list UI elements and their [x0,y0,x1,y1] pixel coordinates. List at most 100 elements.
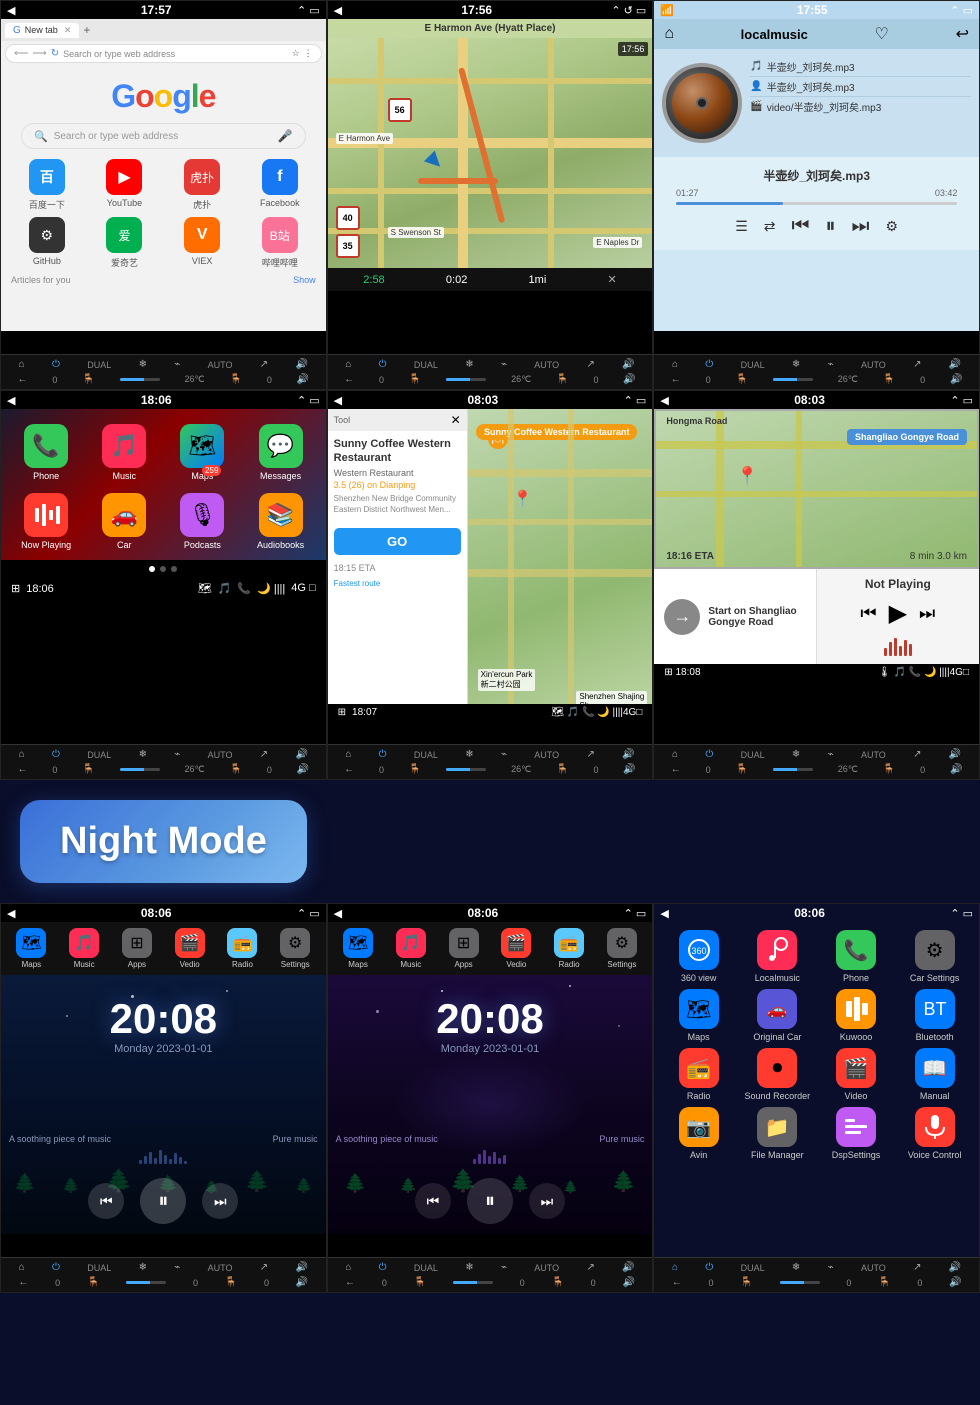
night2-app-settings[interactable]: ⚙ Settings [607,928,637,969]
night-app-settings[interactable]: ⚙ Settings [280,928,310,969]
snow-icon[interactable]: ❄ [139,359,147,370]
back-btn[interactable]: ◀ [7,4,15,17]
shortcut-baidu[interactable]: 百 百度一下 [11,159,83,211]
split-eta-details: 8 min 3.0 km [910,551,967,562]
cp-app-audiobooks[interactable]: 📚 Audiobooks [245,493,315,550]
shortcut-facebook[interactable]: f Facebook [244,159,316,211]
app-voicecontrol[interactable]: Voice Control [898,1107,971,1160]
temp-slider[interactable] [120,378,160,381]
back-music[interactable]: ↩ [956,24,969,44]
cp-app-podcasts[interactable]: 🎙 Podcasts [167,493,237,550]
shortcut-youtube[interactable]: ▶ YouTube [89,159,161,211]
music-heart[interactable]: ♡ [875,24,889,44]
cp-app-car[interactable]: 🚗 Car [89,493,159,550]
shortcut-bilibili[interactable]: B站 哔哩哔哩 [244,217,316,269]
link-icon[interactable]: ⌁ [174,359,180,370]
new-tab-btn[interactable]: + [83,23,90,37]
app-360view[interactable]: 360 360 view [662,930,735,983]
night2-app-maps[interactable]: 🗺 Maps [343,928,373,969]
night-app-radio[interactable]: 📻 Radio [227,928,257,969]
app-filemanager[interactable]: 📁 File Manager [741,1107,814,1160]
home-icon[interactable]: ⌂ [19,359,25,370]
app-video[interactable]: 🎬 Video [820,1048,893,1101]
shortcut-viex[interactable]: V VIEX [166,217,238,269]
screen-night3: ◀ 08:06 ⌃ ▭ 360 360 view Localmusic [653,903,980,1293]
cp-app-phone[interactable]: 📞 Phone [11,424,81,481]
night-date: Monday 2023-01-01 [114,1043,212,1055]
status-bar-cpnav: ◀ 08:03 ⌃ ▭ [328,391,653,409]
night2-app-radio[interactable]: 📻 Radio [554,928,584,969]
cpnav-content: Tool ✕ Sunny Coffee Western Restaurant W… [328,409,653,721]
night2-prev-btn[interactable]: ⏮ [415,1183,451,1219]
app-kuwooo[interactable]: Kuwooo [820,989,893,1042]
app-phone[interactable]: 📞 Phone [820,930,893,983]
pause-btn[interactable]: ⏸ [826,215,836,238]
chrome-tab[interactable]: G New tab ✕ [5,23,79,38]
next-btn[interactable]: ⏭ [852,215,870,238]
vol-r-icon[interactable]: 🔊 [297,374,309,385]
back-icon[interactable]: ← [17,374,27,385]
cpsplit-content: Shangliao Gongye Road Hongma Road 📍 18:1… [654,409,979,721]
split-next[interactable]: ⏭ [919,603,935,624]
app-carsettings[interactable]: ⚙ Car Settings [898,930,971,983]
night2-pause-btn[interactable]: ⏸ [467,1178,513,1224]
night2-next-btn[interactable]: ⏭ [529,1183,565,1219]
time-cpnav: 08:03 [468,393,499,407]
street-label-3: E Naples Dr [593,237,642,248]
cp-app-messages[interactable]: 💬 Messages [245,424,315,481]
night-app-maps[interactable]: 🗺 Maps [16,928,46,969]
nav-destination: E Harmon Ave (Hyatt Place) [328,19,653,38]
app-bluetooth[interactable]: BT Bluetooth [898,989,971,1042]
nav-close[interactable]: ✕ [608,273,617,286]
night1-content: 🗺 Maps 🎵 Music ⊞ Apps 🎬 Vedio 📻 Ra [1,922,326,1234]
shortcut-iqiyi[interactable]: 爱 爱奇艺 [89,217,161,269]
split-play[interactable]: ▶ [889,599,907,628]
cp-app-maps[interactable]: 🗺 Maps259 [167,424,237,481]
night-app-music[interactable]: 🎵 Music [69,928,99,969]
night-next-btn[interactable]: ⏭ [202,1183,238,1219]
app-originalcar[interactable]: 🚗 Original Car [741,989,814,1042]
app-localmusic[interactable]: Localmusic [741,930,814,983]
carplay-apps-grid: 📞 Phone 🎵 Music 🗺 Maps259 💬 Messages [1,409,326,560]
night-app-apps[interactable]: ⊞ Apps [122,928,152,969]
night2-app-apps[interactable]: ⊞ Apps [449,928,479,969]
shuffle-btn[interactable]: ⇄ [764,218,776,235]
app-soundrecorder[interactable]: ⏺ Sound Recorder [741,1048,814,1101]
toolbar-night3: ⌂ ⏻ DUAL ❄ ⌁ AUTO ↗ 🔊 ← 0 🪑 0 🪑 0 🔊 [654,1257,979,1292]
vol-icon[interactable]: 🔊 [295,359,307,370]
wifi-icon: 📶 [660,4,674,17]
back-btn-nav[interactable]: ◀ [334,4,342,17]
power-icon[interactable]: ⏻ [52,359,60,370]
close-poi[interactable]: ✕ [451,413,461,427]
google-search-bar[interactable]: 🔍 Search or type web address 🎤 [21,123,306,149]
music-header: ⌂ localmusic ♡ ↩ [654,19,979,49]
night-app-vedio[interactable]: 🎬 Vedio [175,928,205,969]
svg-text:BT: BT [923,999,946,1019]
toolbar-night1: ⌂ ⏻ DUAL ❄ ⌁ AUTO ↗ 🔊 ← 0 🪑 0 🪑 0 🔊 [1,1257,326,1292]
address-bar[interactable]: ⟵ ⟶ ↻ Search or type web address ☆ ⋮ [5,44,322,63]
shortcut-github[interactable]: ⚙ GitHub [11,217,83,269]
app-radio-n3[interactable]: 📻 Radio [662,1048,735,1101]
equalizer-btn[interactable]: ⚙ [886,218,899,235]
chrome-tabbar: G New tab ✕ + [1,19,326,41]
cpsplit-status: ⊞ 18:08 🌡 🎵 📞 🌙 ||||4G□ [654,664,979,681]
night-pause-btn[interactable]: ⏸ [140,1178,186,1224]
app-manual[interactable]: 📖 Manual [898,1048,971,1101]
shortcut-hupu[interactable]: 虎扑 虎扑 [166,159,238,211]
arrow-icon[interactable]: ↗ [260,359,268,370]
app-dspsettings[interactable]: DspSettings [820,1107,893,1160]
go-button[interactable]: GO [334,528,461,555]
split-prev[interactable]: ⏮ [860,603,876,624]
cpnav-status: ⊞ 18:07 🗺 🎵 📞 🌙 ||||4G□ [328,704,653,721]
time-music: 17:55 [797,3,828,17]
progress-bar[interactable] [676,202,957,205]
prev-btn[interactable]: ⏮ [792,215,810,238]
cp-app-music[interactable]: 🎵 Music [89,424,159,481]
night-prev-btn[interactable]: ⏮ [88,1183,124,1219]
cp-app-nowplaying[interactable]: Now Playing [11,493,81,550]
app-avin[interactable]: 📷 Avin [662,1107,735,1160]
night2-app-vedio[interactable]: 🎬 Vedio [501,928,531,969]
app-maps-n3[interactable]: 🗺 Maps [662,989,735,1042]
playlist-btn[interactable]: ☰ [735,218,748,235]
night2-app-music[interactable]: 🎵 Music [396,928,426,969]
